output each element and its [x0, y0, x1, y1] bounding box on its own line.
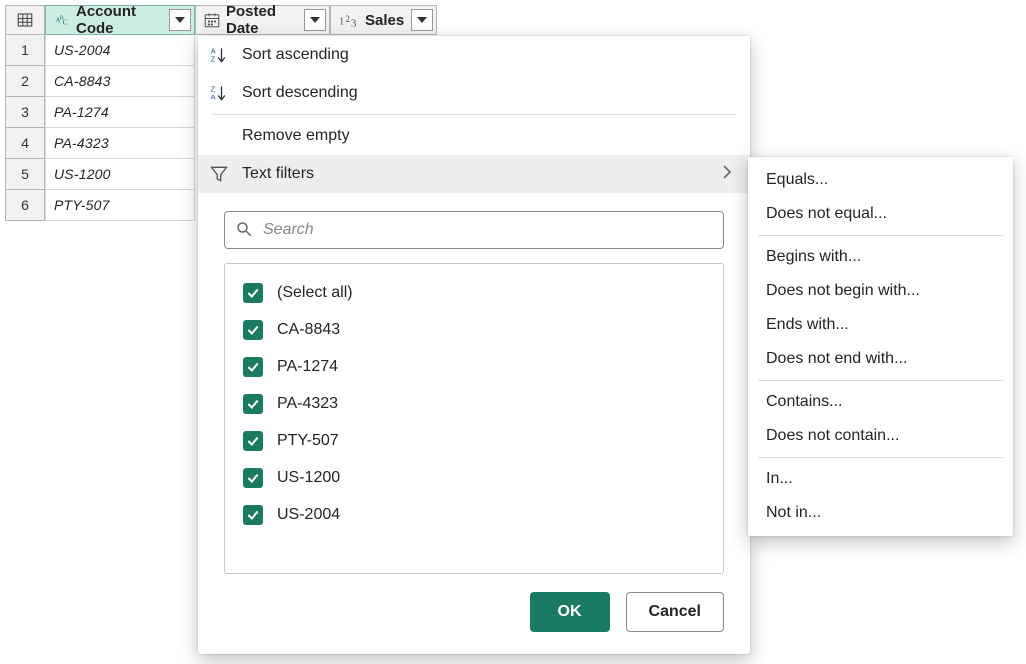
- checkbox-checked-icon: [243, 394, 263, 414]
- filter-value-label: US-1200: [277, 469, 340, 487]
- column-header-posted-date[interactable]: Posted Date: [195, 5, 330, 35]
- row-number: 3: [5, 97, 45, 128]
- submenu-item-equals[interactable]: Equals...: [748, 163, 1013, 197]
- filter-value-label: CA-8843: [277, 321, 340, 339]
- column-label: Sales: [365, 12, 411, 29]
- submenu-item-in[interactable]: In...: [748, 462, 1013, 496]
- row-number: 4: [5, 128, 45, 159]
- filter-select-all[interactable]: (Select all): [237, 274, 711, 311]
- menu-separator: [758, 457, 1003, 458]
- row-number: 6: [5, 190, 45, 221]
- filter-value-item[interactable]: PA-1274: [237, 348, 711, 385]
- svg-text:2: 2: [345, 14, 350, 24]
- menu-item-label: Sort ascending: [242, 46, 750, 64]
- submenu-item-begins-with[interactable]: Begins with...: [748, 240, 1013, 274]
- filter-value-list: (Select all) CA-8843 PA-1274 PA-4323 PTY…: [224, 263, 724, 574]
- filter-value-label: PA-1274: [277, 358, 338, 376]
- checkbox-checked-icon: [243, 357, 263, 377]
- sort-asc-icon: A Z: [208, 45, 230, 65]
- text-type-icon: A B C: [53, 11, 71, 29]
- number-type-icon: 1 2 3: [338, 11, 360, 29]
- submenu-item-does-not-contain[interactable]: Does not contain...: [748, 419, 1013, 453]
- checkbox-checked-icon: [243, 505, 263, 525]
- column-label: Posted Date: [226, 3, 304, 37]
- filter-dropdown-toggle[interactable]: [169, 9, 191, 31]
- row-gutter-header: [5, 5, 45, 35]
- column-filter-dropdown: A Z Sort ascending Z A Sort descending R…: [198, 36, 750, 654]
- filter-value-item[interactable]: CA-8843: [237, 311, 711, 348]
- menu-item-label: Remove empty: [242, 127, 750, 145]
- table-icon: [16, 11, 34, 29]
- menu-item-label: Sort descending: [242, 84, 750, 102]
- chevron-right-icon: [722, 165, 732, 184]
- date-type-icon: [203, 11, 221, 29]
- search-input[interactable]: [263, 221, 713, 239]
- menu-item-remove-empty[interactable]: Remove empty: [198, 117, 750, 155]
- menu-item-label: Text filters: [242, 165, 710, 183]
- menu-item-sort-descending[interactable]: Z A Sort descending: [198, 74, 750, 112]
- cell-account-code[interactable]: US-1200: [45, 159, 195, 190]
- svg-text:A: A: [211, 93, 216, 102]
- submenu-item-does-not-equal[interactable]: Does not equal...: [748, 197, 1013, 231]
- table-header: A B C Account Code Posted Date: [5, 5, 437, 35]
- checkbox-checked-icon: [243, 431, 263, 451]
- filter-value-item[interactable]: PA-4323: [237, 385, 711, 422]
- text-filters-submenu: Equals... Does not equal... Begins with.…: [748, 157, 1013, 536]
- svg-text:1: 1: [339, 16, 345, 28]
- cell-account-code[interactable]: PA-4323: [45, 128, 195, 159]
- chevron-down-icon: [417, 17, 427, 23]
- filter-dropdown-toggle[interactable]: [304, 9, 326, 31]
- svg-text:3: 3: [351, 17, 357, 29]
- menu-separator: [758, 380, 1003, 381]
- row-number: 2: [5, 66, 45, 97]
- submenu-item-contains[interactable]: Contains...: [748, 385, 1013, 419]
- menu-separator: [758, 235, 1003, 236]
- chevron-down-icon: [175, 17, 185, 23]
- column-header-sales[interactable]: 1 2 3 Sales: [330, 5, 437, 35]
- row-number: 1: [5, 35, 45, 66]
- cell-account-code[interactable]: PTY-507: [45, 190, 195, 221]
- checkbox-checked-icon: [243, 468, 263, 488]
- filter-icon: [208, 164, 230, 184]
- cell-account-code[interactable]: PA-1274: [45, 97, 195, 128]
- filter-value-item[interactable]: US-2004: [237, 496, 711, 533]
- menu-separator: [212, 114, 736, 115]
- submenu-item-not-in[interactable]: Not in...: [748, 496, 1013, 530]
- cell-account-code[interactable]: CA-8843: [45, 66, 195, 97]
- ok-button[interactable]: OK: [530, 592, 610, 632]
- row-number: 5: [5, 159, 45, 190]
- filter-value-item[interactable]: US-1200: [237, 459, 711, 496]
- cancel-button[interactable]: Cancel: [626, 592, 724, 632]
- filter-dropdown-toggle[interactable]: [411, 9, 433, 31]
- submenu-item-does-not-end-with[interactable]: Does not end with...: [748, 342, 1013, 376]
- svg-text:Z: Z: [211, 55, 216, 64]
- filter-value-label: PA-4323: [277, 395, 338, 413]
- checkbox-checked-icon: [243, 320, 263, 340]
- menu-item-text-filters[interactable]: Text filters: [198, 155, 750, 193]
- filter-buttons: OK Cancel: [224, 592, 724, 632]
- column-header-account-code[interactable]: A B C Account Code: [45, 5, 195, 35]
- filter-value-item[interactable]: PTY-507: [237, 422, 711, 459]
- submenu-item-does-not-begin-with[interactable]: Does not begin with...: [748, 274, 1013, 308]
- submenu-item-ends-with[interactable]: Ends with...: [748, 308, 1013, 342]
- filter-value-label: US-2004: [277, 506, 340, 524]
- search-icon: [235, 220, 253, 241]
- checkbox-checked-icon: [243, 283, 263, 303]
- cell-account-code[interactable]: US-2004: [45, 35, 195, 66]
- sort-desc-icon: Z A: [208, 83, 230, 103]
- svg-text:C: C: [63, 18, 68, 27]
- filter-value-label: PTY-507: [277, 432, 339, 450]
- chevron-down-icon: [310, 17, 320, 23]
- column-label: Account Code: [76, 3, 169, 37]
- filter-value-label: (Select all): [277, 284, 353, 302]
- menu-item-sort-ascending[interactable]: A Z Sort ascending: [198, 36, 750, 74]
- filter-search: [224, 211, 724, 249]
